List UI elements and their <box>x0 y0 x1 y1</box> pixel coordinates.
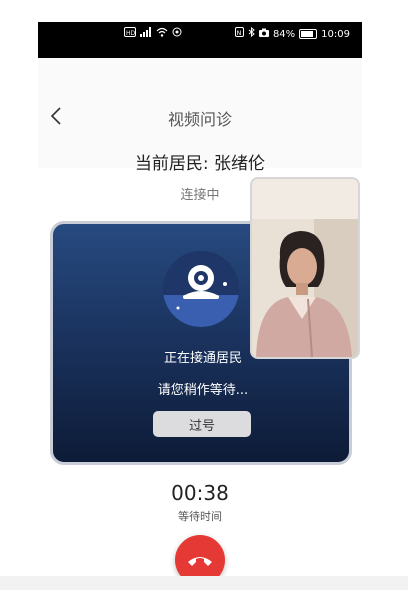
bottom-edge <box>0 576 408 590</box>
battery-fill <box>301 31 313 37</box>
location-icon <box>172 27 182 41</box>
phone-screen: HD N 84% 10:09 视频问诊 当前居民: 张绪伦 连接中 正在接通居民… <box>38 22 362 590</box>
camera-preview-image <box>252 179 358 357</box>
current-resident: 当前居民: 张绪伦 <box>134 154 266 174</box>
wait-timer: 00:38 <box>171 481 229 505</box>
battery-percentage: 84% <box>272 28 296 40</box>
phone-hangup-icon <box>188 557 212 566</box>
wifi-icon <box>156 27 168 41</box>
video-camera-logo-icon <box>163 251 239 327</box>
clock: 10:09 <box>321 28 350 40</box>
camera-icon <box>258 28 269 41</box>
nfc-icon: N <box>234 27 244 41</box>
self-video-preview[interactable] <box>250 177 360 359</box>
svg-text:N: N <box>236 29 241 37</box>
status-bar: HD N 84% 10:09 <box>38 22 362 58</box>
signal-icon <box>140 27 152 41</box>
svg-text:HD: HD <box>126 30 136 37</box>
battery-icon <box>299 29 318 39</box>
skip-number-button[interactable]: 过号 <box>153 411 251 437</box>
page-title: 视频问诊 <box>167 110 232 129</box>
wait-text: 请您稍作等待... <box>157 383 249 398</box>
status-left-icons: HD <box>124 27 182 41</box>
status-right-icons: N 84% 10:09 <box>234 26 350 41</box>
hd-icon: HD <box>124 27 136 41</box>
wait-timer-label: 等待时间 <box>178 510 222 523</box>
bluetooth-icon <box>248 26 255 41</box>
